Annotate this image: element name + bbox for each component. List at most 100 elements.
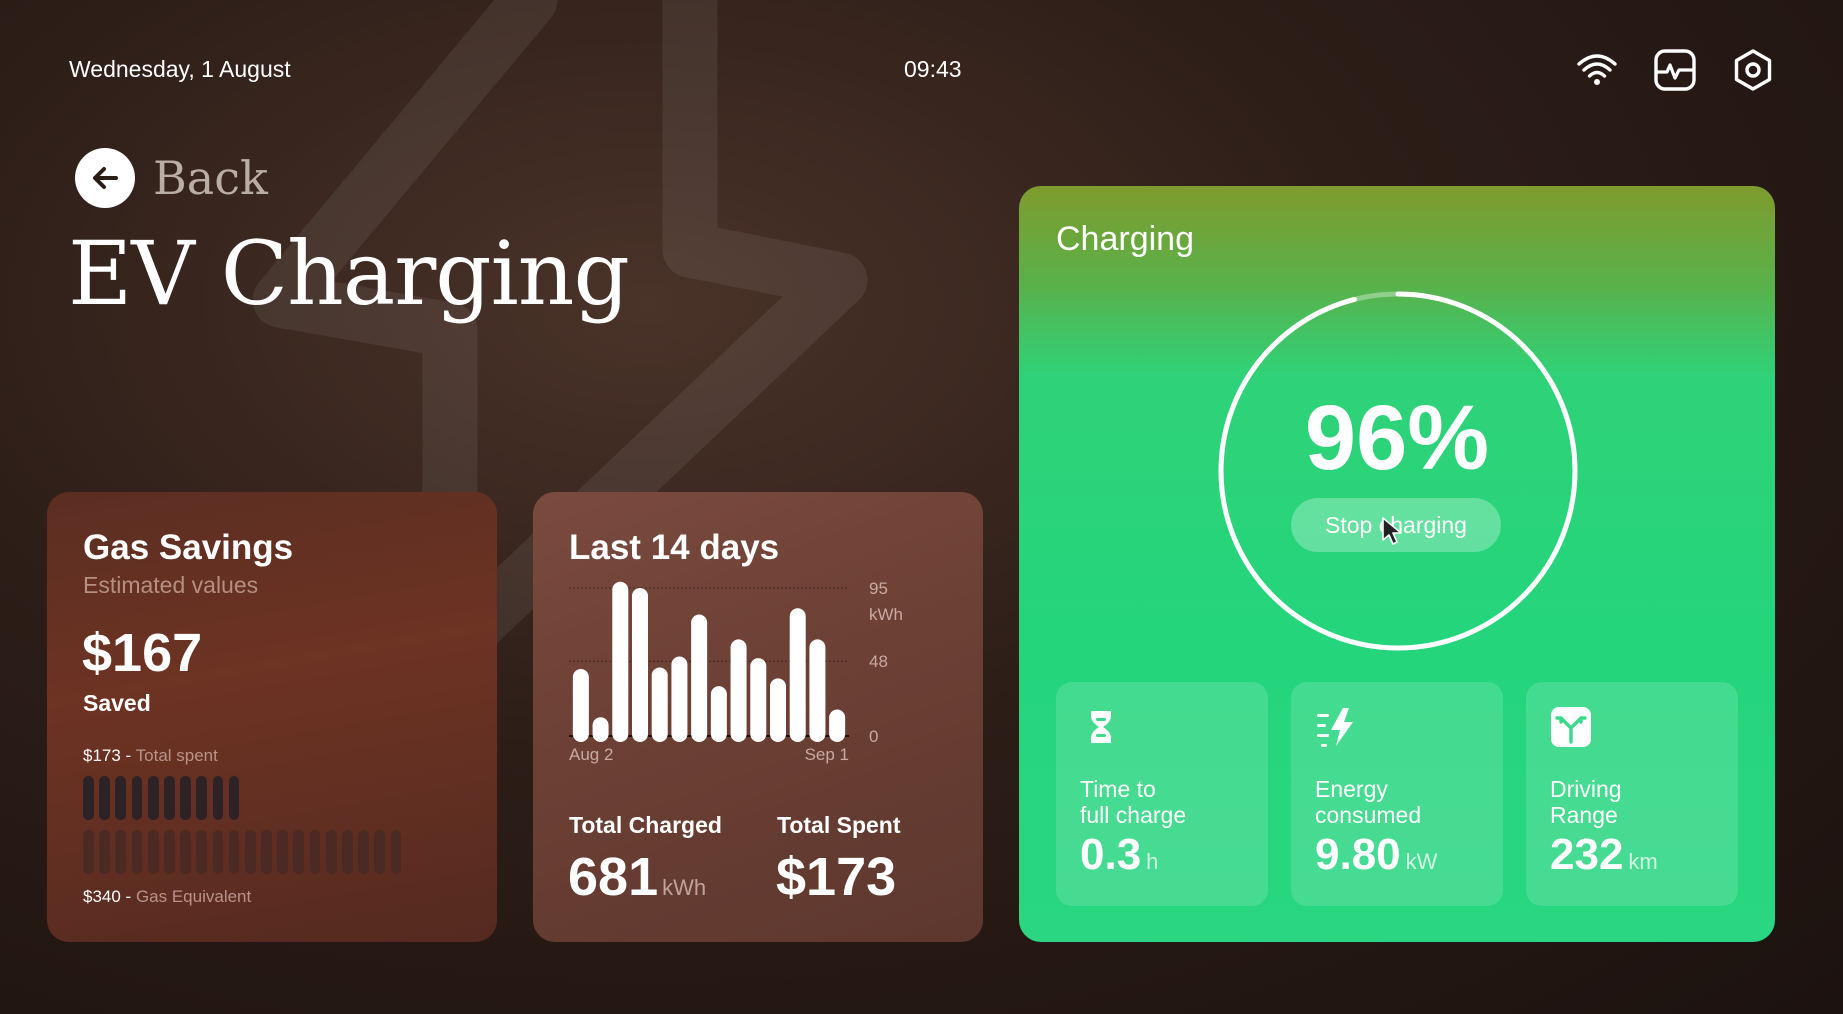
back-arrow-icon[interactable] <box>75 148 135 208</box>
chart-bar <box>770 678 786 742</box>
charging-title: Charging <box>1056 220 1194 258</box>
status-icons <box>1575 48 1775 92</box>
mouse-cursor-icon <box>1382 517 1402 545</box>
total-spent-bar <box>83 776 94 820</box>
gas-savings-amount: $167 <box>82 623 203 683</box>
stat-number: 0.3 <box>1080 830 1142 879</box>
total-spent-bar <box>163 776 175 820</box>
gas-equivalent-bar <box>309 830 321 874</box>
stat-label: Time to full charge <box>1080 776 1187 828</box>
chart-bar <box>632 588 648 742</box>
gas-equivalent-bar <box>212 830 224 874</box>
y-tick-label: 0 <box>869 727 878 746</box>
gas-equivalent-bar <box>293 830 305 874</box>
range-road-icon <box>1551 707 1591 747</box>
chart-bar <box>710 686 727 742</box>
stat-value: 9.80 kW <box>1315 830 1437 880</box>
stat-unit: h <box>1146 849 1159 874</box>
chart-bar <box>651 667 668 742</box>
stat-unit: km <box>1628 849 1658 874</box>
date-label: Wednesday, 1 August <box>69 56 291 82</box>
gas-equivalent-bars <box>83 830 402 874</box>
total-spent-bar <box>99 776 110 820</box>
chart-bar <box>750 658 767 742</box>
stat-unit: kW <box>1405 849 1438 874</box>
gas-equivalent-bar <box>163 830 175 874</box>
wifi-icon[interactable] <box>1575 48 1619 92</box>
last-14-days-card: Last 14 days 95 kWh 48 0 Aug 2 Sep 1 Total Ch… <box>533 492 983 942</box>
y-tick-label: 95 <box>869 579 888 598</box>
activity-monitor-icon[interactable] <box>1653 48 1697 92</box>
total-spent-bar <box>212 776 224 820</box>
stat-time-to-full: Time to full charge 0.3 h <box>1056 682 1268 906</box>
charging-card: Charging 96% Stop charging Time to full … <box>1019 186 1775 942</box>
y-unit-label: kWh <box>869 605 903 624</box>
total-charged-value: 681 kWh <box>568 846 706 908</box>
chart-baseline-mask <box>569 737 849 745</box>
total-charged-unit: kWh <box>662 875 707 900</box>
back-button[interactable]: Back <box>75 148 268 208</box>
energy-bolt-icon <box>1317 708 1353 747</box>
chart-bar <box>789 608 806 742</box>
stat-driving-range: Driving Range 232 km <box>1526 682 1738 906</box>
page-title: EV Charging <box>68 222 630 325</box>
gas-equivalent-bar <box>180 830 191 874</box>
gas-equivalent-bar <box>390 830 402 874</box>
gas-savings-card: Gas Savings Estimated values $167 Saved … <box>47 492 497 942</box>
gas-equivalent-bar <box>358 830 369 874</box>
total-spent-bars <box>83 776 240 820</box>
x-tick-label: Sep 1 <box>805 745 849 764</box>
gas-equivalent-bar <box>342 830 353 874</box>
gas-equivalent-value: $340 <box>83 887 121 906</box>
gas-equivalent-bar <box>131 830 143 874</box>
chart-bar <box>671 656 688 742</box>
status-bar: Wednesday, 1 August 09:43 <box>0 49 1843 91</box>
charging-history-chart: 95 kWh 48 0 Aug 2 Sep 1 <box>569 579 903 764</box>
gas-equivalent-text: Gas Equivalent <box>135 887 252 906</box>
stat-energy-consumed: Energy consumed 9.80 kW <box>1291 682 1503 906</box>
total-spent-label-days: Total Spent <box>777 812 901 838</box>
gas-equivalent-bar <box>277 830 289 874</box>
gas-equivalent-bar <box>244 830 256 874</box>
stat-value: 232 km <box>1550 830 1658 880</box>
gas-savings-saved-label: Saved <box>83 690 151 716</box>
total-spent-bar <box>115 776 127 820</box>
y-tick-label: 48 <box>869 652 888 671</box>
total-spent-separator: - <box>120 746 136 765</box>
stat-value: 0.3 h <box>1080 830 1158 880</box>
chart-bar <box>809 639 826 742</box>
total-charged-label: Total Charged <box>569 812 722 838</box>
stat-label: Energy consumed <box>1315 776 1422 828</box>
gas-equivalent-bar <box>196 830 208 874</box>
total-spent-value-days: $173 <box>776 847 897 907</box>
total-spent-bar <box>131 776 143 820</box>
chart-bar <box>612 581 629 742</box>
gas-equivalent-bar <box>325 830 337 874</box>
gas-equivalent-bar <box>115 830 127 874</box>
total-spent-bar <box>147 776 159 820</box>
charge-percent: 96% <box>1304 387 1490 489</box>
stat-label: Driving Range <box>1550 776 1622 828</box>
stat-number: 232 <box>1550 830 1624 879</box>
total-spent-bar <box>196 776 208 820</box>
back-label[interactable]: Back <box>153 151 268 205</box>
total-spent-value: $173 <box>83 746 121 765</box>
chart-bar <box>730 639 747 742</box>
gas-equivalent-separator: - <box>120 887 136 906</box>
gas-equivalent-label: $340 - Gas Equivalent <box>83 887 251 907</box>
stat-number: 9.80 <box>1315 830 1401 879</box>
gas-equivalent-bar <box>228 830 240 874</box>
gas-equivalent-bar <box>99 830 110 874</box>
gas-equivalent-bar <box>374 830 386 874</box>
chart-bar <box>572 669 589 742</box>
total-spent-bar <box>228 776 240 820</box>
gas-equivalent-bar <box>83 830 94 874</box>
gas-equivalent-bar <box>147 830 159 874</box>
gas-savings-title: Gas Savings <box>83 528 294 567</box>
total-spent-bar <box>180 776 191 820</box>
chart-bar <box>691 614 708 742</box>
total-spent-label: $173 - Total spent <box>83 746 218 766</box>
x-tick-label: Aug 2 <box>569 745 613 764</box>
gas-equivalent-bar <box>261 830 272 874</box>
settings-icon[interactable] <box>1731 48 1775 92</box>
